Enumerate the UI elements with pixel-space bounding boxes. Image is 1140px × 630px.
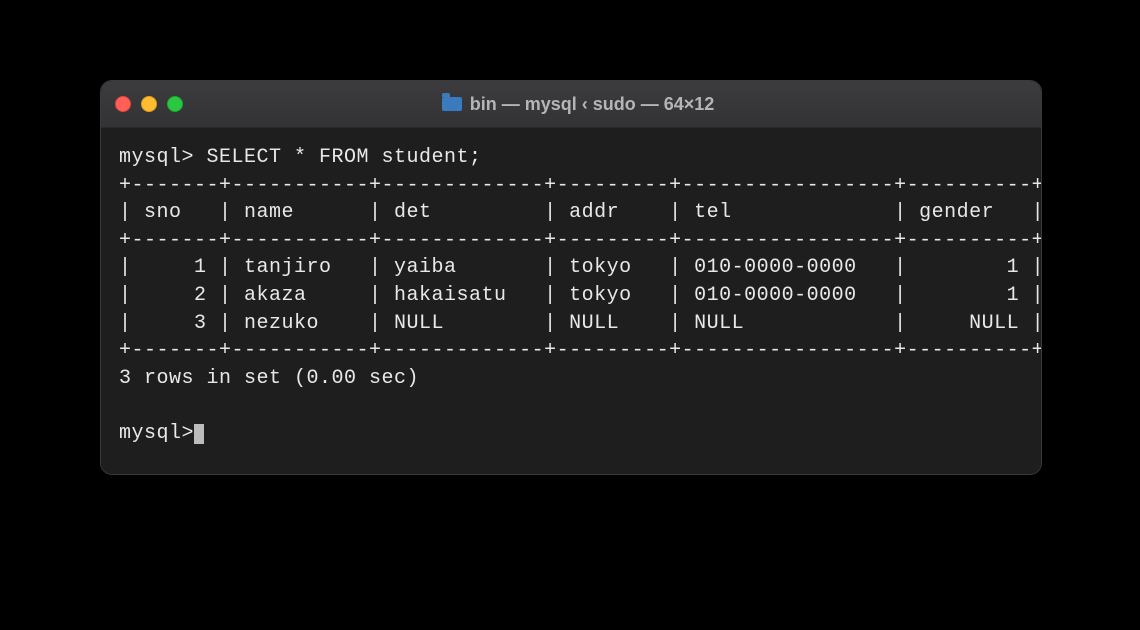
- window-titlebar: bin — mysql ‹ sudo — 64×12: [101, 81, 1041, 128]
- table-border: +-------+-----------+-------------+-----…: [119, 174, 1042, 197]
- table-row: | 3 | nezuko | NULL | NULL | NULL | NULL…: [119, 312, 1042, 335]
- close-button[interactable]: [115, 96, 131, 112]
- table-border: +-------+-----------+-------------+-----…: [119, 229, 1042, 252]
- prompt: mysql>: [119, 420, 194, 448]
- table-row: | 2 | akaza | hakaisatu | tokyo | 010-00…: [119, 284, 1042, 307]
- table-border: +-------+-----------+-------------+-----…: [119, 339, 1042, 362]
- table-header-row: | sno | name | det | addr | tel | gender…: [119, 201, 1042, 224]
- terminal-window: bin — mysql ‹ sudo — 64×12 mysql> SELECT…: [100, 80, 1042, 475]
- table-row: | 1 | tanjiro | yaiba | tokyo | 010-0000…: [119, 256, 1042, 279]
- terminal-body[interactable]: mysql> SELECT * FROM student; +-------+-…: [101, 128, 1041, 474]
- minimize-button[interactable]: [141, 96, 157, 112]
- cursor-icon: [194, 424, 204, 444]
- maximize-button[interactable]: [167, 96, 183, 112]
- folder-icon: [442, 97, 462, 111]
- query-line: mysql> SELECT * FROM student;: [119, 146, 482, 169]
- window-title-text: bin — mysql ‹ sudo — 64×12: [470, 94, 715, 115]
- window-title: bin — mysql ‹ sudo — 64×12: [183, 94, 973, 115]
- status-line: 3 rows in set (0.00 sec): [119, 367, 419, 390]
- window-controls: [115, 96, 183, 112]
